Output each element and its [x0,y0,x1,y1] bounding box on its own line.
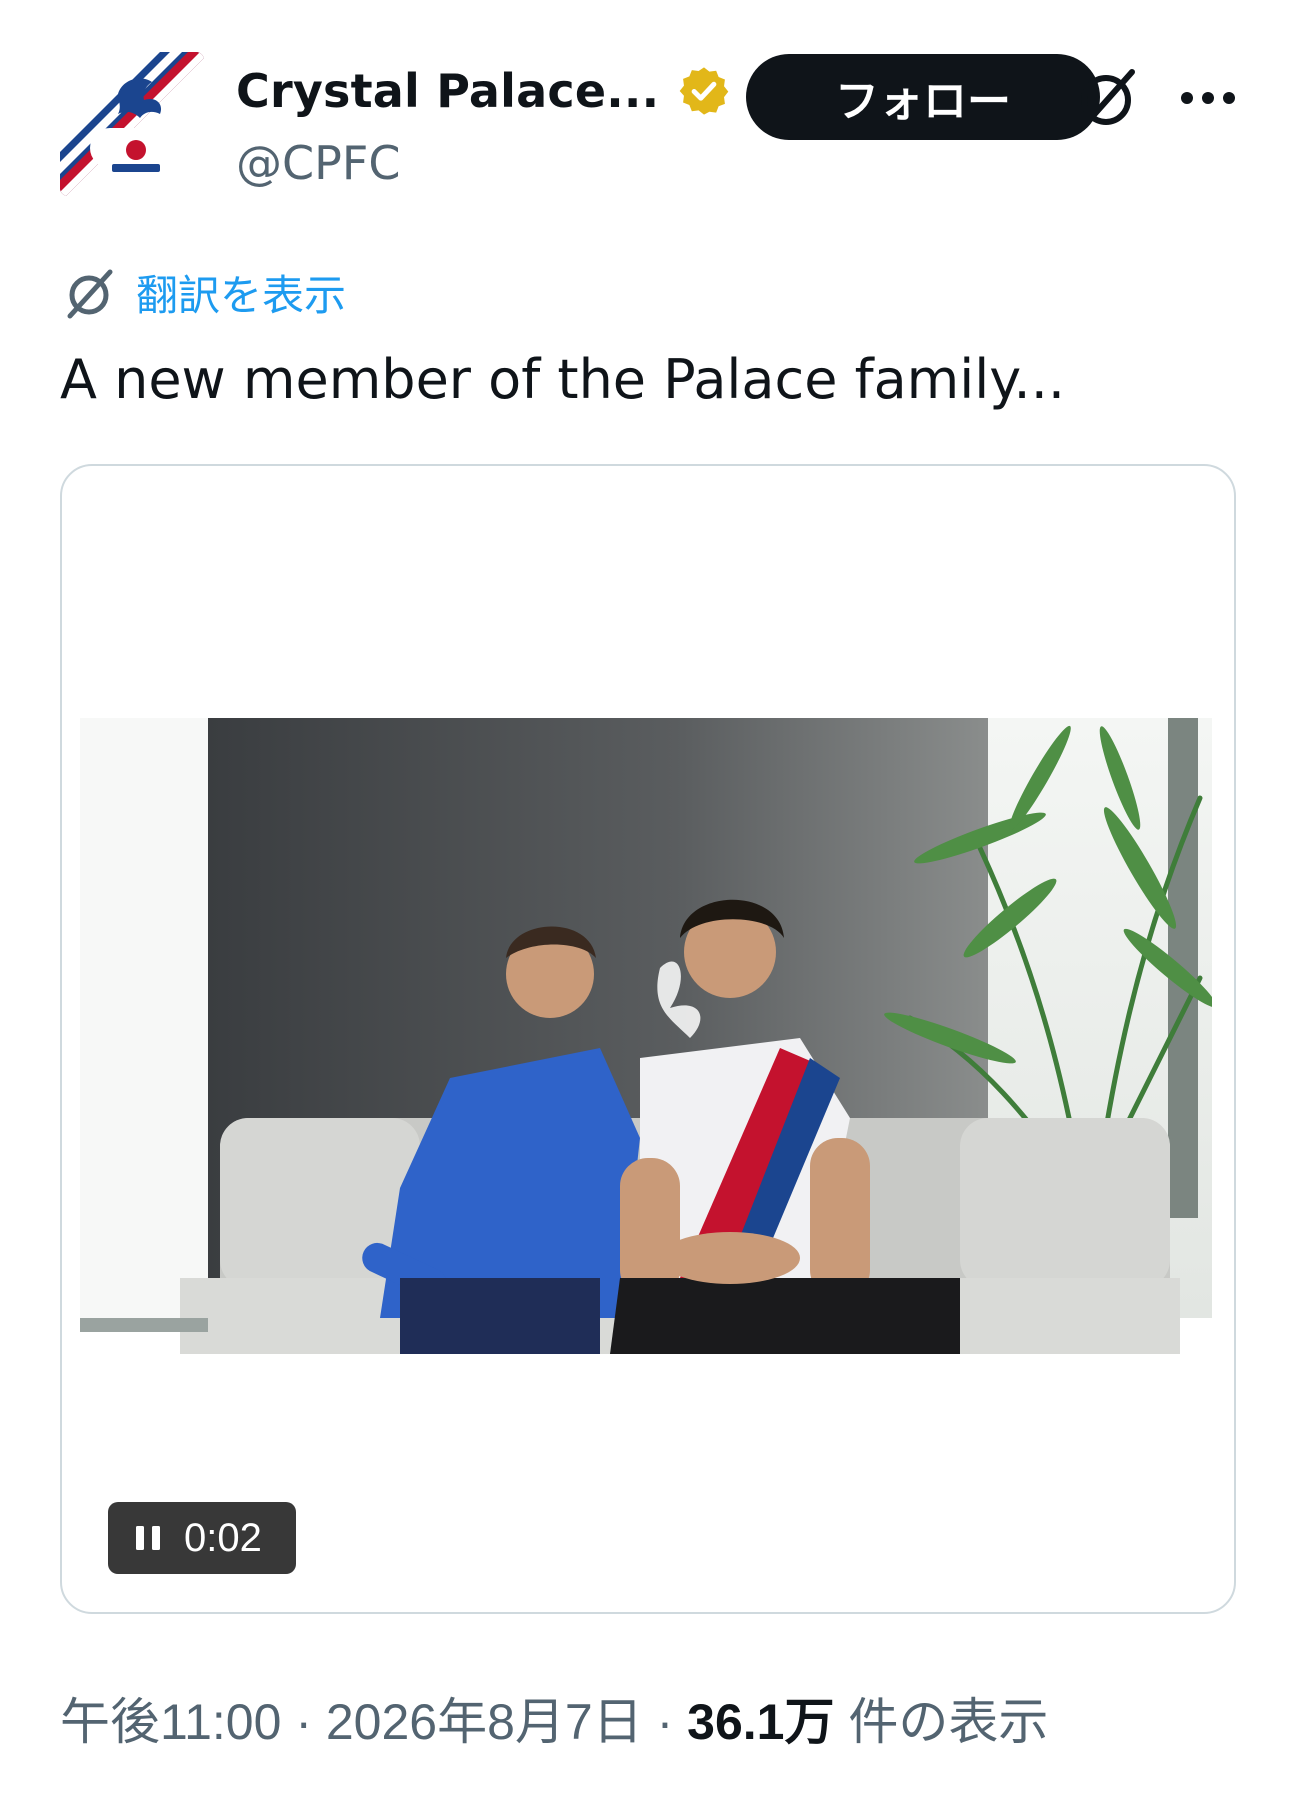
gold-verified-badge-icon [679,67,729,115]
video-frame[interactable] [80,718,1212,1354]
show-translation-link[interactable]: 翻訳を表示 [136,262,346,323]
video-time-badge[interactable]: 0:02 [108,1502,296,1574]
account-handle[interactable]: @CPFC [236,136,400,190]
follow-button[interactable]: フォロー [746,54,1100,140]
more-horizontal-icon[interactable] [1178,74,1238,122]
tweet-header: Crystal Palace... @CPFC フォロー [60,52,1240,200]
views-suffix[interactable]: 件の表示 [834,1694,1048,1750]
views-count[interactable]: 36.1万 [687,1694,834,1750]
avatar[interactable] [60,52,204,196]
meta-separator: · [642,1694,688,1750]
elapsed-time: 0:02 [184,1515,262,1560]
pause-icon[interactable] [128,1518,168,1558]
translate-row[interactable]: 翻訳を表示 [60,262,346,323]
players-on-sofa-image [80,718,1212,1354]
name-row: Crystal Palace... [236,64,731,118]
tweet-text: A new member of the Palace family... [60,348,1066,411]
display-name[interactable]: Crystal Palace... [236,64,659,118]
post-time[interactable]: 午後11:00 [60,1694,281,1750]
grok-translate-icon [67,269,113,318]
video-player[interactable]: 0:02 [60,464,1236,1614]
meta-separator: · [281,1694,326,1750]
post-date[interactable]: 2026年8月7日 [326,1694,643,1750]
tweet-meta: 午後11:00 · 2026年8月7日 · 36.1万 件の表示 [60,1682,1048,1754]
grok-icon[interactable] [1070,62,1142,134]
crystal-palace-crest-icon [60,52,204,196]
